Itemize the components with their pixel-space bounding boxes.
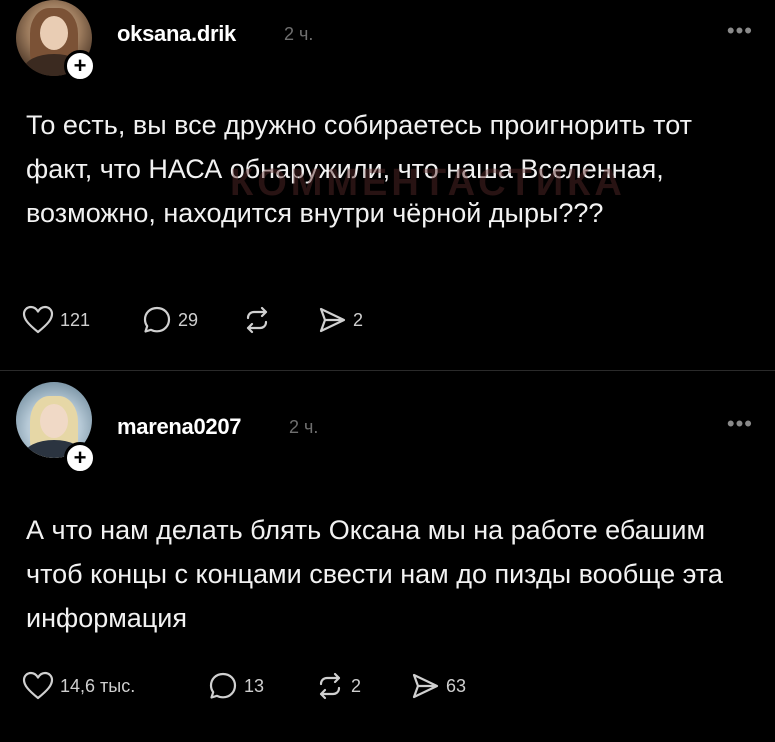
share-icon (412, 673, 439, 699)
comment-button[interactable]: 13 (208, 668, 264, 704)
follow-button[interactable]: + (64, 442, 96, 474)
comment-count: 29 (178, 309, 199, 330)
repost-button[interactable]: 2 (315, 668, 361, 704)
share-button[interactable]: 63 (410, 668, 466, 704)
repost-count: 2 (351, 675, 362, 696)
post-card: + marena0207 2 ч. ••• А что нам делать б… (0, 372, 775, 742)
like-count: 14,6 тыс. (60, 675, 136, 696)
follow-button[interactable]: + (64, 50, 96, 82)
repost-button[interactable] (242, 302, 278, 338)
share-count: 63 (446, 675, 467, 696)
share-button[interactable]: 2 (317, 302, 363, 338)
post-actions: 121 29 2 (20, 302, 720, 338)
comment-icon (143, 306, 171, 333)
comment-count: 13 (244, 675, 265, 696)
comment-button[interactable]: 29 (142, 302, 198, 338)
heart-icon (22, 671, 54, 700)
username[interactable]: oksana.drik (117, 21, 236, 47)
repost-icon (246, 306, 268, 334)
share-count: 2 (353, 309, 364, 330)
post-card: + oksana.drik 2 ч. ••• То есть, вы все д… (0, 0, 775, 372)
post-time: 2 ч. (284, 24, 314, 44)
more-options-button[interactable]: ••• (727, 18, 753, 44)
avatar-face (40, 404, 68, 438)
heart-icon (22, 305, 54, 334)
like-count: 121 (60, 309, 91, 330)
post-time: 2 ч. (289, 417, 319, 437)
post-actions: 14,6 тыс. 13 2 63 (20, 668, 720, 704)
post-divider (0, 370, 775, 371)
avatar-face (40, 16, 68, 50)
repost-icon (319, 672, 341, 700)
post-text: То есть, вы все дружно собираетесь проиг… (26, 110, 692, 228)
like-button[interactable]: 14,6 тыс. (22, 668, 135, 704)
like-button[interactable]: 121 (22, 302, 90, 338)
username[interactable]: marena0207 (117, 414, 242, 440)
post-text: А что нам делать блять Оксана мы на рабо… (26, 515, 723, 633)
share-icon (319, 307, 346, 333)
comment-icon (209, 672, 237, 699)
more-options-button[interactable]: ••• (727, 411, 753, 437)
